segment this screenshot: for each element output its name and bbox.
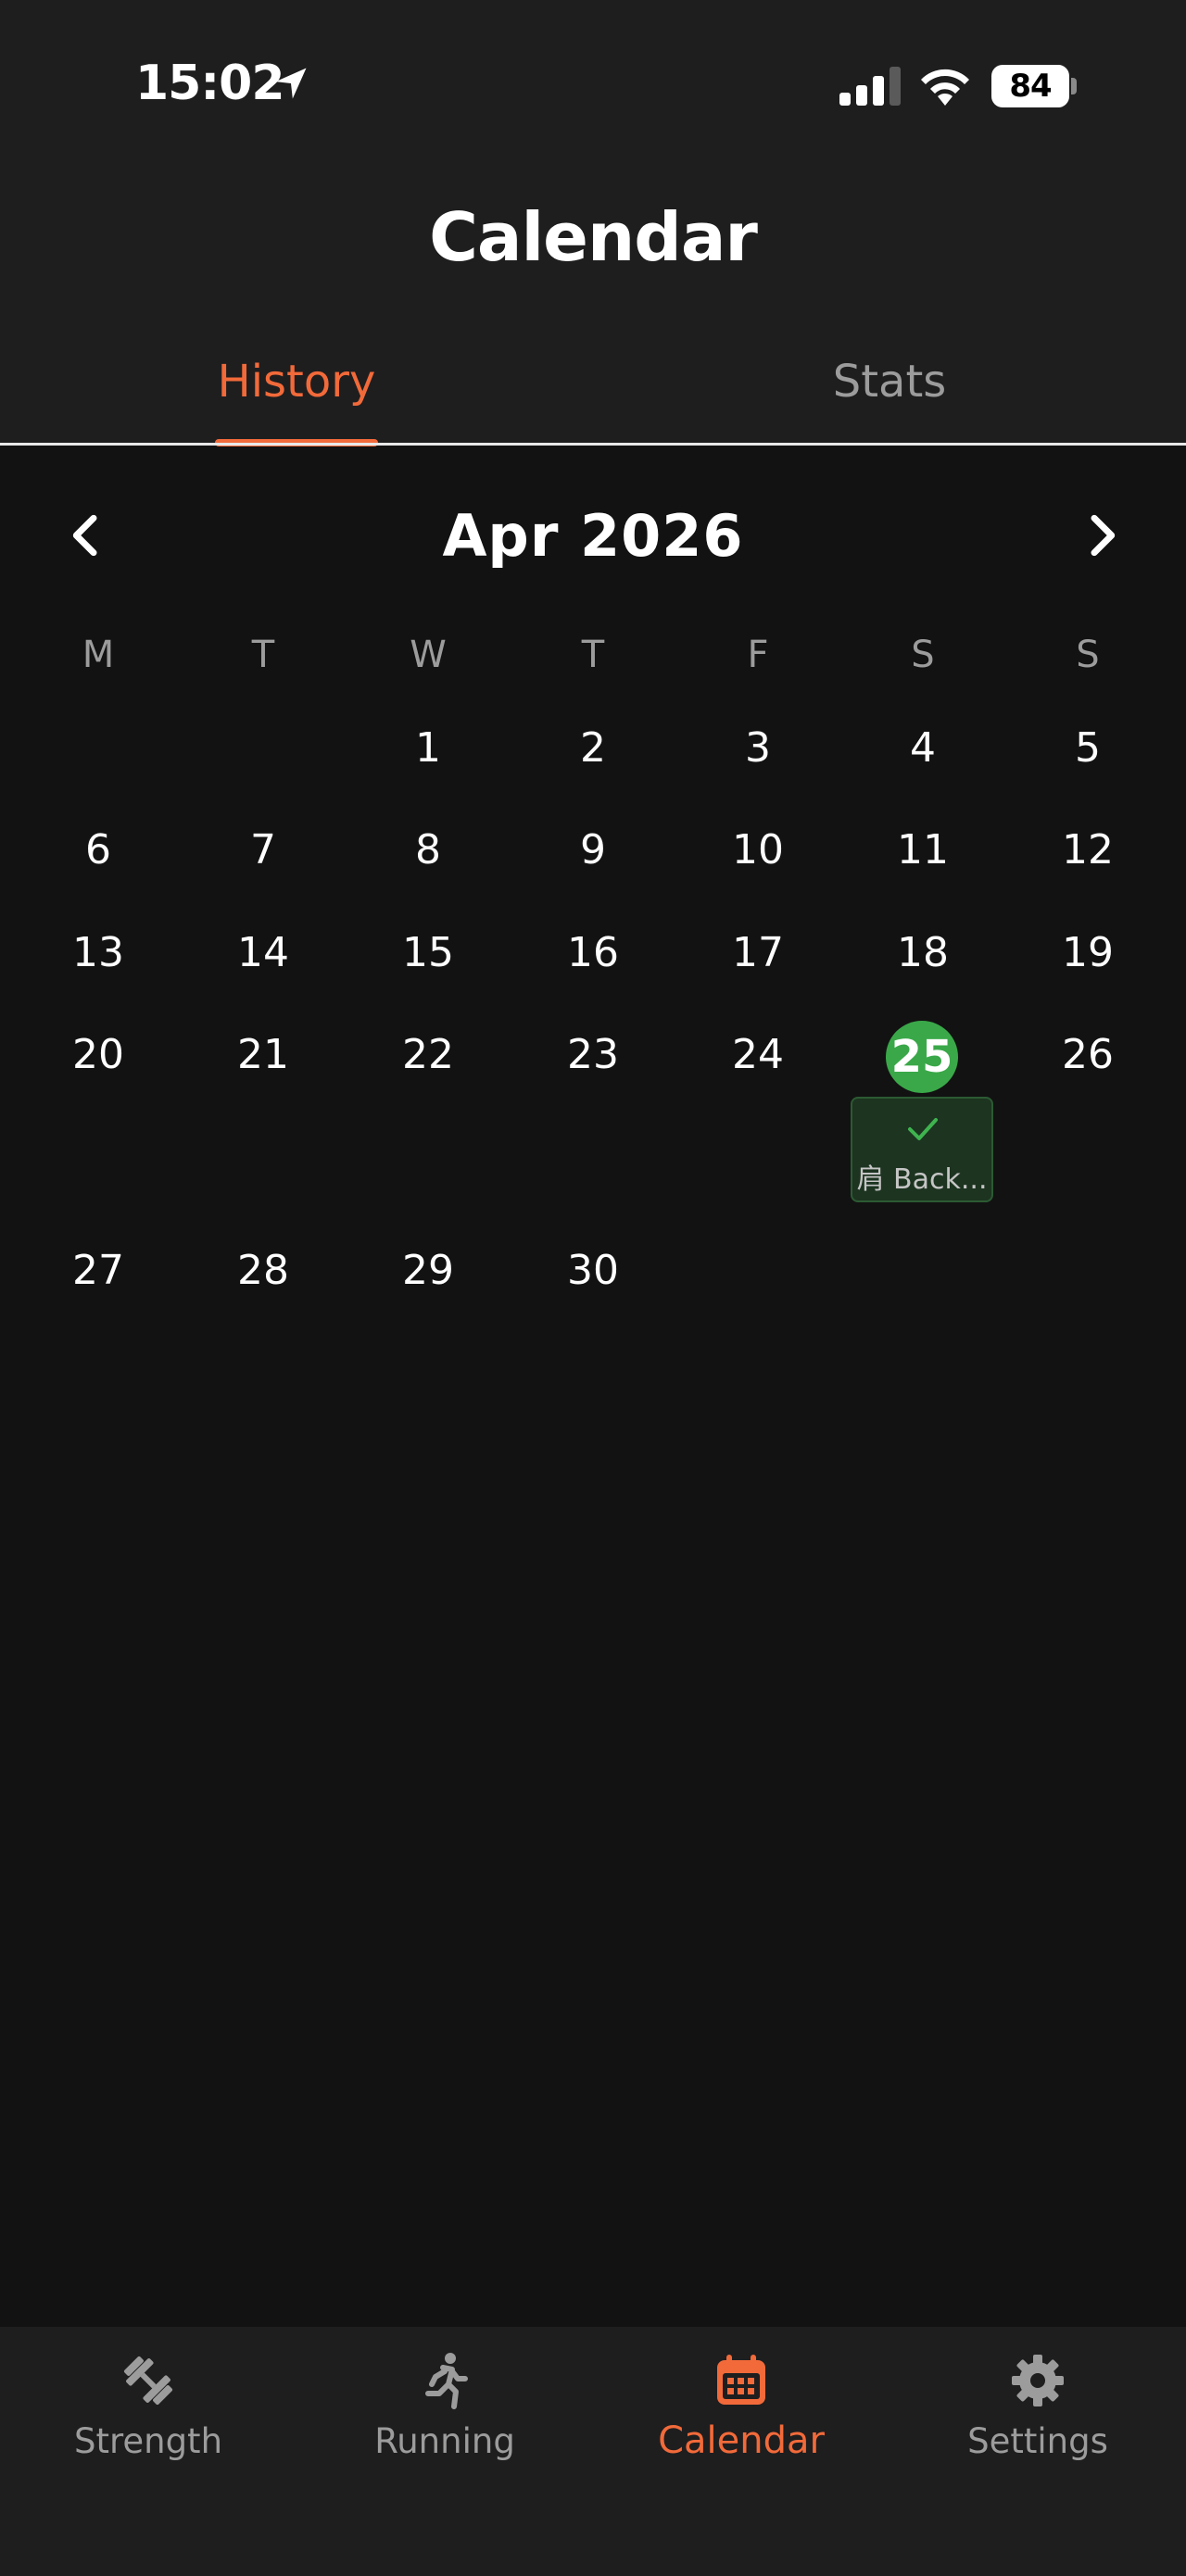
battery-indicator: 84 (991, 65, 1077, 107)
calendar-day[interactable]: 2 (511, 711, 675, 785)
calendar-day[interactable]: 4 (840, 711, 1005, 785)
location-arrow-icon (275, 68, 307, 99)
calendar-day[interactable]: 23 (511, 1018, 675, 1092)
calendar-day[interactable]: 15 (346, 916, 511, 990)
calendar-day[interactable]: 21 (181, 1018, 346, 1092)
calendar-day[interactable]: 8 (346, 813, 511, 887)
nav-strength[interactable]: Strength (0, 2327, 296, 2512)
nav-label: Strength (73, 2421, 223, 2461)
nav-label: Running (374, 2421, 515, 2461)
weekday-header: M T W T F S S (0, 634, 1186, 689)
calendar-day[interactable]: 19 (1005, 916, 1170, 990)
calendar-day[interactable]: 11 (840, 813, 1005, 887)
calendar-day[interactable]: 3 (675, 711, 840, 785)
status-bar: 15:02 84 (0, 0, 1186, 167)
tab-bar: History Stats (0, 343, 1186, 446)
weekday-label: T (251, 634, 275, 676)
calendar-day[interactable]: 7 (181, 813, 346, 887)
calendar-day[interactable]: 20 (16, 1018, 181, 1092)
calendar-day[interactable]: 10 (675, 813, 840, 887)
calendar-day[interactable]: 28 (181, 1234, 346, 1308)
gear-icon (1012, 2355, 1064, 2406)
calendar-day[interactable]: 9 (511, 813, 675, 887)
page-title: Calendar (429, 198, 758, 276)
calendar-day[interactable]: 1 (346, 711, 511, 785)
calendar-day[interactable]: 17 (675, 916, 840, 990)
tab-stats[interactable]: Stats (593, 356, 1186, 408)
wifi-icon (921, 69, 969, 106)
weekday-label: M (82, 634, 115, 676)
checkmark-icon (908, 1118, 938, 1140)
month-label: Apr 2026 (442, 502, 744, 570)
calendar-day[interactable]: 27 (16, 1234, 181, 1308)
running-icon (425, 2353, 468, 2409)
chevron-right-icon[interactable] (1075, 509, 1127, 561)
weekday-label: F (747, 634, 769, 676)
nav-label: Settings (967, 2421, 1108, 2461)
weekday-label: S (1076, 634, 1100, 676)
nav-settings[interactable]: Settings (890, 2327, 1186, 2512)
tab-history[interactable]: History (0, 356, 593, 408)
calendar-day[interactable]: 29 (346, 1234, 511, 1308)
weekday-label: S (911, 634, 935, 676)
nav-running[interactable]: Running (296, 2327, 593, 2512)
calendar-day[interactable]: 18 (840, 916, 1005, 990)
app-header: 15:02 84 Calendar History Stats (0, 0, 1186, 446)
calendar-day[interactable]: 6 (16, 813, 181, 887)
nav-calendar[interactable]: Calendar (593, 2327, 890, 2512)
bottom-navigation: Strength Running Calendar Settings (0, 2327, 1186, 2576)
calendar-day[interactable]: 14 (181, 916, 346, 990)
month-navigation: Apr 2026 (0, 491, 1186, 584)
calendar-day[interactable]: 5 (1005, 711, 1170, 785)
battery-level: 84 (991, 65, 1069, 107)
calendar-day[interactable]: 22 (346, 1018, 511, 1092)
workout-label: 肩 Back... (856, 1163, 988, 1196)
calendar-icon (717, 2355, 765, 2405)
battery-cap (1071, 78, 1077, 94)
header-divider (0, 443, 1186, 446)
calendar-day[interactable]: 13 (16, 916, 181, 990)
nav-label: Calendar (658, 2419, 825, 2462)
calendar-day[interactable]: 30 (511, 1234, 675, 1308)
status-time: 15:02 (135, 56, 285, 111)
calendar-day[interactable]: 16 (511, 916, 675, 990)
calendar-day[interactable]: 12 (1005, 813, 1170, 887)
cellular-signal-icon (839, 67, 901, 106)
calendar-day[interactable]: 24 (675, 1018, 840, 1092)
workout-entry[interactable]: 肩 Back... (851, 1097, 993, 1202)
dumbbell-icon (123, 2356, 173, 2406)
weekday-label: W (410, 634, 447, 676)
weekday-label: T (581, 634, 605, 676)
calendar-day[interactable]: 26 (1005, 1018, 1170, 1092)
calendar-day-today[interactable]: 25 (886, 1021, 958, 1093)
